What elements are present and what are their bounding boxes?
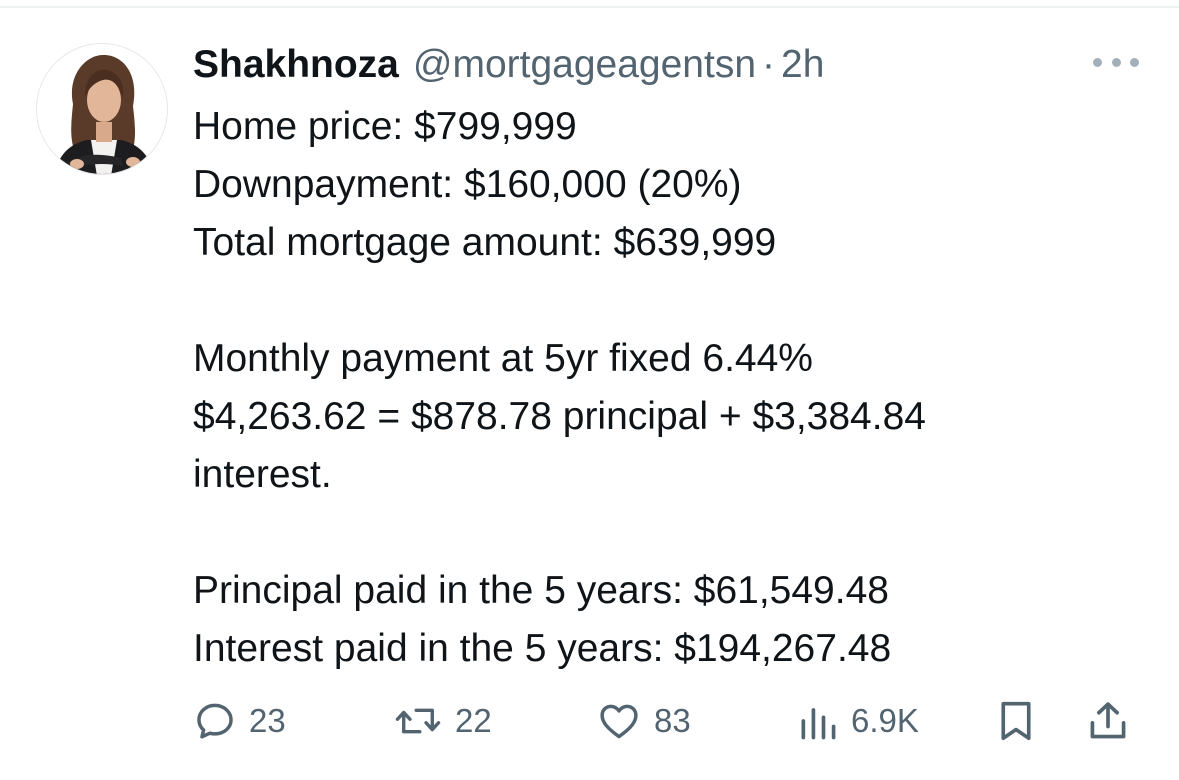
share-button[interactable] bbox=[1086, 693, 1130, 749]
tweet[interactable]: Shakhnoza @mortgageagentsn · 2h Home pri… bbox=[0, 0, 1179, 780]
dot bbox=[1093, 57, 1102, 67]
retweet-count: 22 bbox=[455, 702, 492, 739]
timestamp[interactable]: 2h bbox=[781, 40, 824, 90]
text-line: Principal paid in the 5 years: $61,549.4… bbox=[193, 569, 889, 612]
action-bar: 23 22 83 6.9K bbox=[193, 693, 1138, 749]
views-count: 6.9K bbox=[851, 702, 919, 739]
share-icon bbox=[1090, 702, 1126, 739]
display-name[interactable]: Shakhnoza bbox=[193, 40, 399, 90]
paragraph-break bbox=[193, 272, 1153, 330]
text-line: Monthly payment at 5yr fixed 6.44% bbox=[193, 337, 813, 380]
views-button[interactable]: 6.9K bbox=[797, 693, 919, 749]
text-line: $4,263.62 = $878.78 principal + $3,384.8… bbox=[193, 395, 926, 438]
dot bbox=[1111, 57, 1121, 67]
ellipsis-icon[interactable] bbox=[1093, 52, 1139, 72]
heart-icon bbox=[600, 704, 638, 739]
text-line: Downpayment: $160,000 (20%) bbox=[193, 163, 742, 206]
tweet-header: Shakhnoza @mortgageagentsn · 2h bbox=[193, 40, 824, 90]
text-line: Total mortgage amount: $639,999 bbox=[193, 221, 777, 264]
paragraph-break bbox=[193, 504, 1153, 562]
dot bbox=[1130, 57, 1139, 67]
text-line: Home price: $799,999 bbox=[193, 105, 577, 148]
views-chart-icon bbox=[801, 708, 836, 740]
retweet-button[interactable]: 22 bbox=[393, 693, 492, 749]
text-line: Interest paid in the 5 years: $194,267.4… bbox=[193, 627, 892, 670]
reply-button[interactable]: 23 bbox=[193, 693, 286, 749]
reply-count: 23 bbox=[249, 702, 286, 739]
avatar[interactable] bbox=[36, 43, 168, 175]
user-handle[interactable]: @mortgageagentsn bbox=[413, 40, 756, 90]
bookmark-icon bbox=[1001, 701, 1031, 741]
profile-photo bbox=[37, 44, 167, 174]
like-count: 83 bbox=[654, 702, 691, 739]
separator-dot: · bbox=[762, 43, 776, 86]
reply-icon bbox=[197, 703, 233, 739]
like-button[interactable]: 83 bbox=[596, 693, 691, 749]
tweet-text: Home price: $799,999 Downpayment: $160,0… bbox=[193, 98, 1153, 678]
retweet-icon bbox=[395, 708, 441, 734]
text-line: interest. bbox=[193, 453, 332, 496]
bookmark-button[interactable] bbox=[996, 693, 1036, 749]
